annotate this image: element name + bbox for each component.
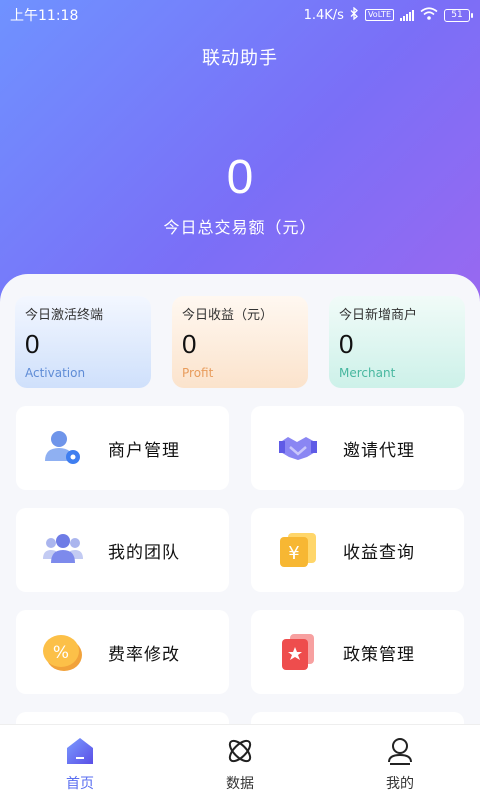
stat-label: 今日新增商户 — [339, 308, 418, 323]
svg-text:¥: ¥ — [288, 543, 299, 564]
handshake-icon — [277, 427, 319, 469]
stat-value: 0 — [25, 329, 40, 359]
total-amount-label: 今日总交易额（元） — [163, 218, 317, 237]
team-icon — [42, 529, 84, 571]
stat-value: 0 — [339, 329, 354, 359]
menu-label: 费率修改 — [108, 644, 180, 665]
data-icon — [224, 735, 256, 767]
policy-icon — [277, 631, 319, 673]
profile-icon — [384, 735, 416, 767]
menu-my-team[interactable]: 我的团队 — [16, 508, 229, 592]
stat-label: 今日收益（元） — [182, 308, 274, 323]
content-panel: 今日激活终端 0 Activation 今日收益（元） 0 Profit 今日新… — [0, 274, 480, 800]
stat-merchant[interactable]: 今日新增商户 0 Merchant — [329, 296, 465, 388]
menu-income-query[interactable]: ¥ 收益查询 — [251, 508, 464, 592]
menu-label: 收益查询 — [343, 542, 415, 563]
stat-activation[interactable]: 今日激活终端 0 Activation — [15, 296, 151, 388]
bluetooth-icon — [350, 6, 359, 24]
menu-label: 商户管理 — [108, 440, 180, 461]
stat-value: 0 — [182, 329, 197, 359]
stat-profit[interactable]: 今日收益（元） 0 Profit — [172, 296, 308, 388]
stats-row: 今日激活终端 0 Activation 今日收益（元） 0 Profit 今日新… — [15, 296, 465, 388]
status-bar: 上午11:18 1.4K/s VoLTE 51 — [0, 0, 480, 30]
tab-label: 数据 — [226, 776, 254, 792]
tab-home[interactable]: 首页 — [0, 725, 160, 800]
total-amount: 0 — [226, 151, 254, 204]
menu-label: 政策管理 — [343, 644, 415, 665]
volte-icon: VoLTE — [364, 9, 394, 21]
stat-en-label: Merchant — [339, 366, 396, 380]
hero-banner: 上午11:18 1.4K/s VoLTE 51 联动助手 0 今日总交易额（元） — [0, 0, 480, 320]
yen-icon: ¥ — [277, 529, 319, 571]
stat-en-label: Activation — [25, 366, 86, 380]
home-icon — [64, 735, 96, 767]
bottom-tab-bar: 首页 数据 我的 — [0, 724, 480, 800]
menu-rate-modify[interactable]: % 费率修改 — [16, 610, 229, 694]
status-time: 上午11:18 — [10, 8, 79, 24]
battery-icon: 51 — [444, 8, 473, 22]
stat-label: 今日激活终端 — [25, 308, 104, 323]
tab-label: 首页 — [66, 776, 94, 792]
menu-merchant-management[interactable]: 商户管理 — [16, 406, 229, 490]
percent-icon: % — [42, 631, 84, 673]
tab-data[interactable]: 数据 — [160, 725, 320, 800]
menu-policy-management[interactable]: 政策管理 — [251, 610, 464, 694]
wifi-icon — [420, 6, 438, 24]
app-title: 联动助手 — [202, 48, 278, 69]
signal-icon — [400, 9, 414, 21]
menu-label: 我的团队 — [108, 542, 180, 563]
menu-invite-agent[interactable]: 邀请代理 — [251, 406, 464, 490]
menu-label: 邀请代理 — [343, 440, 415, 461]
tab-profile[interactable]: 我的 — [320, 725, 480, 800]
svg-text:%: % — [53, 643, 69, 663]
network-speed: 1.4K/s — [303, 7, 344, 23]
merchant-icon — [42, 427, 84, 469]
stat-en-label: Profit — [182, 366, 214, 380]
tab-label: 我的 — [386, 776, 414, 792]
